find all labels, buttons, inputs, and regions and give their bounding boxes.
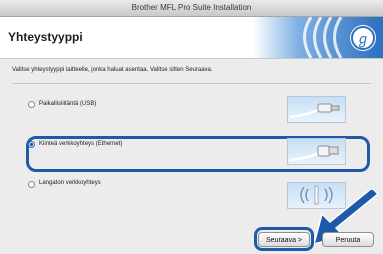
ethernet-cable-icon bbox=[287, 138, 346, 165]
header-banner: Yhteystyyppi ℊ bbox=[0, 17, 383, 59]
cancel-button[interactable]: Peruuta bbox=[322, 232, 374, 247]
radio-wireless[interactable] bbox=[28, 181, 35, 188]
page-title: Yhteystyyppi bbox=[8, 30, 83, 44]
divider bbox=[12, 83, 371, 84]
usb-cable-icon bbox=[287, 96, 346, 123]
option-usb-label: Paikallisliitäntä (USB) bbox=[39, 101, 97, 107]
next-button[interactable]: Seuraava > bbox=[258, 232, 310, 247]
option-wireless-label: Langaton verkkoyhteys bbox=[39, 180, 101, 186]
instruction-text: Valitse yhteystyyppi laitteelle, jonka h… bbox=[12, 67, 213, 73]
title-bar: Brother MFL Pro Suite Installation bbox=[0, 0, 383, 17]
radio-usb[interactable] bbox=[28, 101, 35, 108]
svg-text:ℊ: ℊ bbox=[356, 31, 370, 49]
window-title: Brother MFL Pro Suite Installation bbox=[131, 3, 252, 12]
brother-connection-icon: ℊ bbox=[253, 17, 383, 58]
option-ethernet-label: Kiinteä verkkoyhteys (Ethernet) bbox=[39, 141, 123, 147]
radio-ethernet[interactable] bbox=[28, 141, 35, 148]
